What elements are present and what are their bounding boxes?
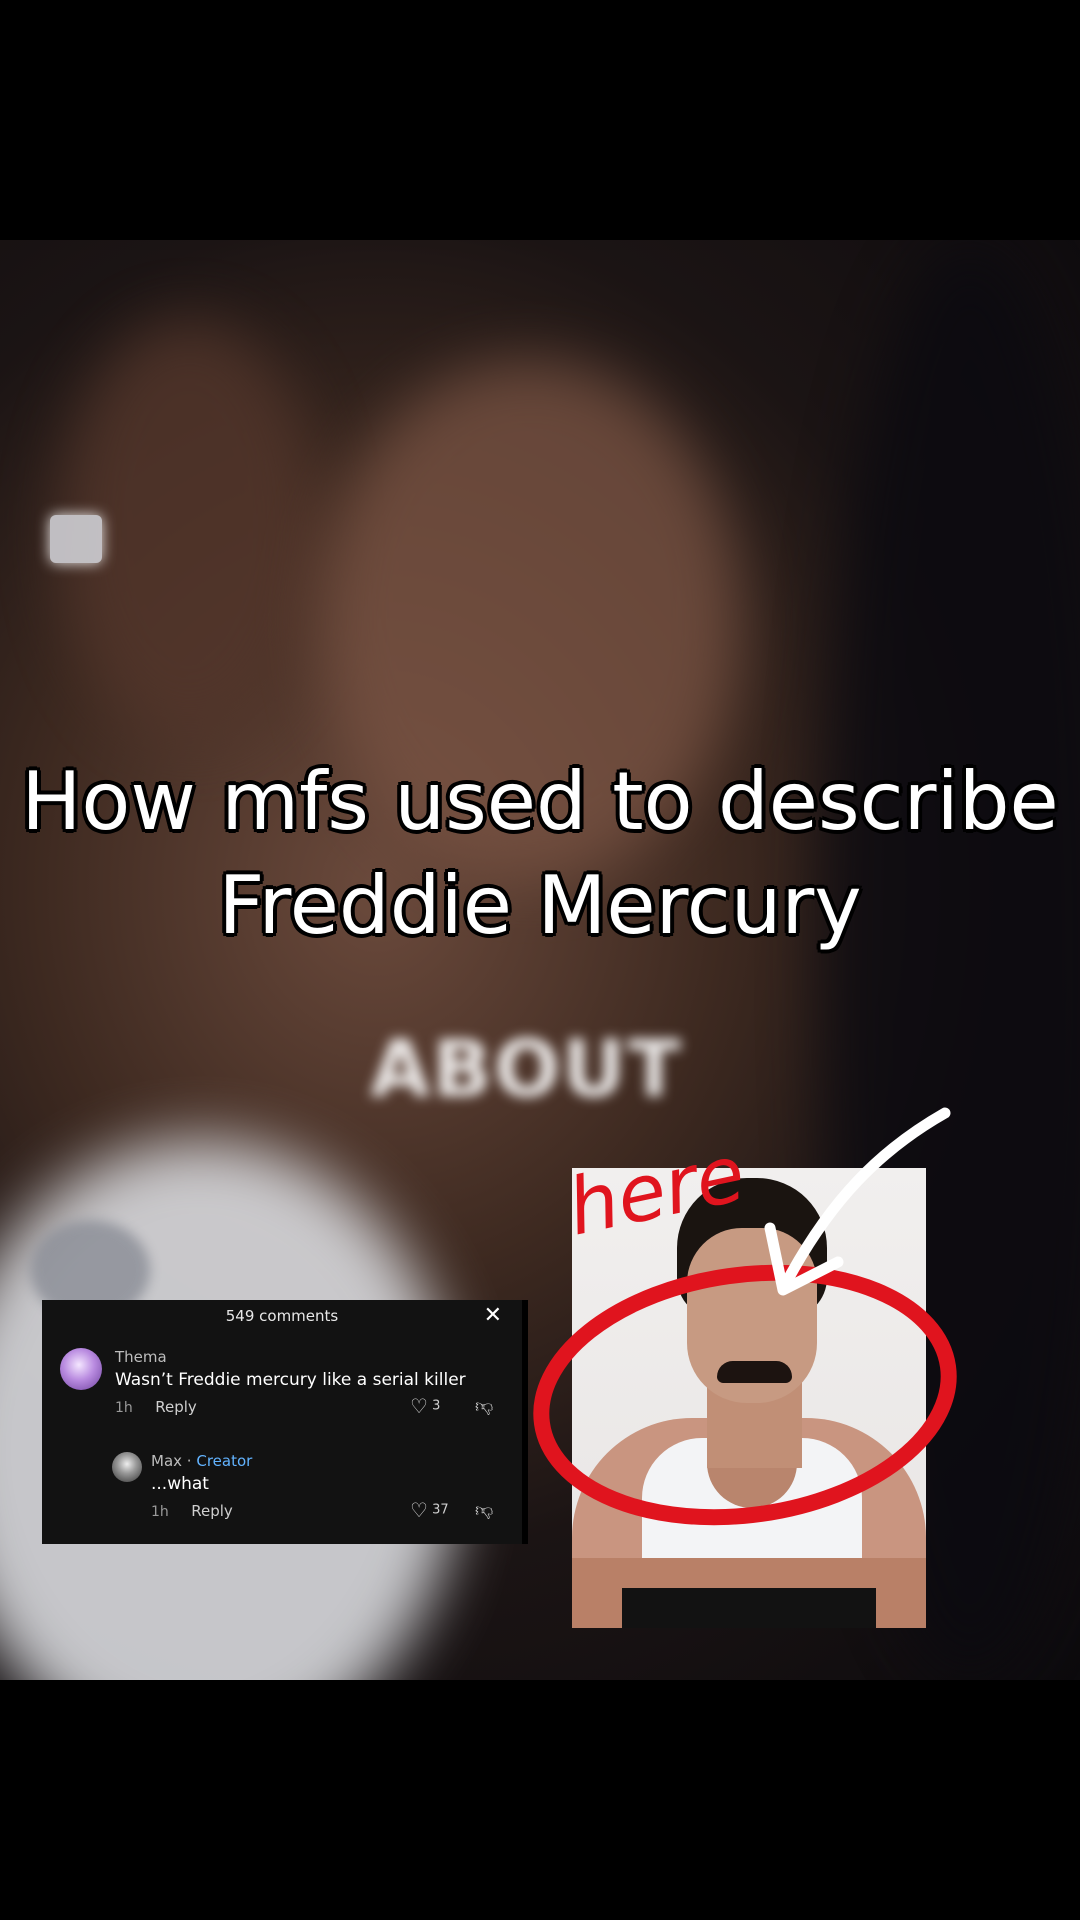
- avatar[interactable]: [112, 1452, 142, 1482]
- dislike-icon[interactable]: 👎︎: [475, 1395, 493, 1417]
- reply-button[interactable]: Reply: [155, 1398, 197, 1416]
- close-icon[interactable]: ✕: [484, 1300, 502, 1332]
- reply-username[interactable]: Max: [151, 1452, 182, 1470]
- comment-text: ...what: [151, 1474, 209, 1494]
- photo-bottom-band: [622, 1588, 876, 1628]
- earring: [50, 515, 102, 563]
- heart-icon: ♡: [410, 1498, 428, 1522]
- comment-reply-item: Max · Creator ...what 1h Reply ♡ 37 👎︎: [112, 1452, 512, 1532]
- comment-time: 1h: [151, 1504, 169, 1520]
- comment-item: Thema Wasn’t Freddie mercury like a seri…: [60, 1348, 510, 1428]
- like-button[interactable]: ♡ 37: [410, 1498, 449, 1522]
- like-count: 3: [432, 1398, 441, 1414]
- portrait-photo: [572, 1168, 926, 1628]
- comment-time: 1h: [115, 1400, 133, 1416]
- caption-line-1: How mfs used to describe: [21, 755, 1059, 848]
- comment-username[interactable]: Max · Creator: [151, 1452, 252, 1470]
- comment-meta: 1h Reply: [115, 1398, 197, 1416]
- like-count: 37: [432, 1502, 449, 1518]
- comments-panel: 549 comments ✕ Thema Wasn’t Freddie merc…: [42, 1300, 528, 1544]
- username-separator: ·: [186, 1452, 197, 1470]
- comment-username[interactable]: Thema: [115, 1348, 167, 1366]
- avatar[interactable]: [60, 1348, 102, 1390]
- comment-text: Wasn’t Freddie mercury like a serial kil…: [115, 1370, 466, 1390]
- caption-line-2: Freddie Mercury: [218, 859, 862, 952]
- creator-badge: Creator: [196, 1452, 253, 1470]
- reply-button[interactable]: Reply: [191, 1502, 233, 1520]
- photo-mustache: [717, 1361, 792, 1383]
- heart-icon: ♡: [410, 1394, 428, 1418]
- dislike-icon[interactable]: 👎︎: [475, 1499, 493, 1521]
- comment-meta: 1h Reply: [151, 1502, 233, 1520]
- comments-count: 549 comments: [225, 1307, 339, 1325]
- video-caption: How mfs used to describe Freddie Mercury: [0, 750, 1080, 958]
- like-button[interactable]: ♡ 3: [410, 1394, 440, 1418]
- background-word: ABOUT: [370, 1025, 683, 1115]
